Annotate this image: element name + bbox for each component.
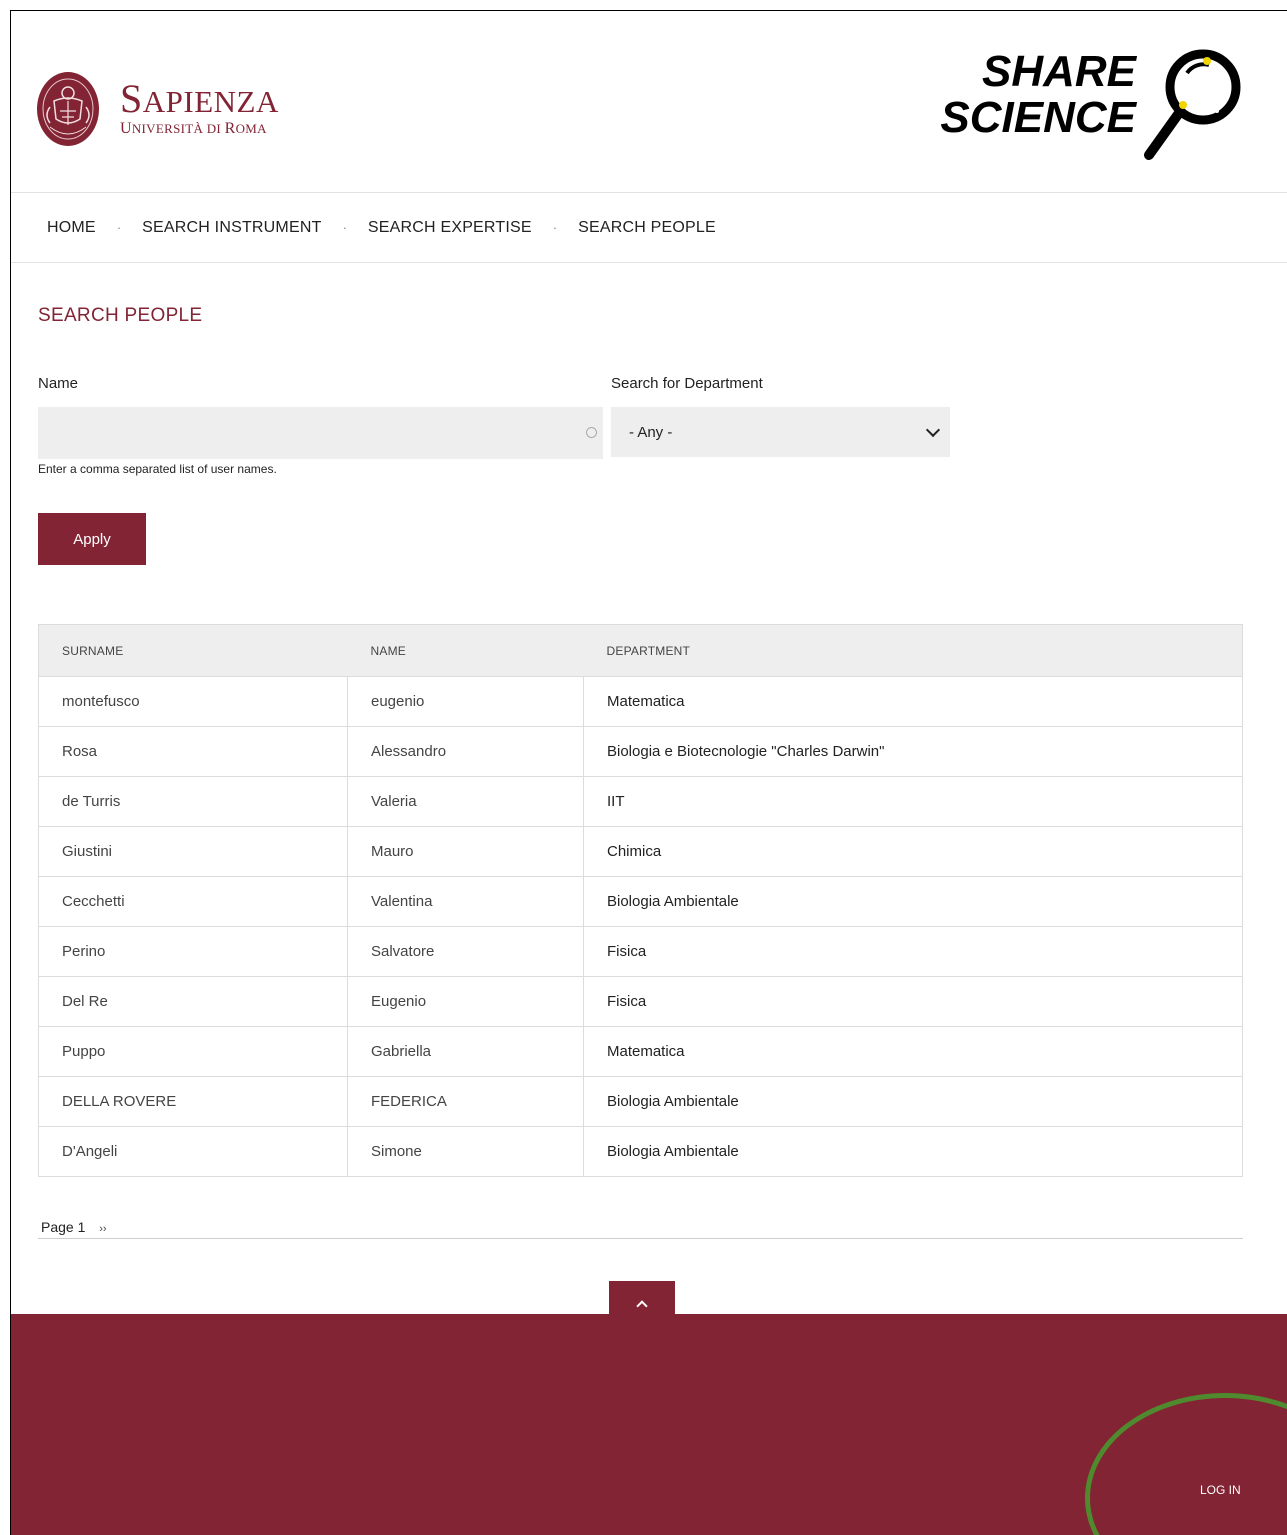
cell-surname: Puppo (38, 1026, 348, 1077)
table-header-row: SURNAME NAME DEPARTMENT (38, 624, 1243, 677)
nav-home[interactable]: HOME (47, 219, 96, 237)
table-row: Cecchetti Valentina Biologia Ambientale (38, 876, 1243, 927)
nav-separator: · (116, 220, 122, 235)
cell-department: Biologia Ambientale (583, 876, 1243, 927)
sapienza-seal-icon (37, 72, 99, 146)
cell-department: Biologia Ambientale (583, 1126, 1243, 1177)
table-row: montefusco eugenio Matematica (38, 676, 1243, 727)
cell-name: eugenio (347, 676, 584, 727)
table-row: de Turris Valeria IIT (38, 776, 1243, 827)
cell-surname: Cecchetti (38, 876, 348, 927)
cell-name: Alessandro (347, 726, 584, 777)
header-surname[interactable]: SURNAME (38, 624, 348, 677)
department-select-value: - Any - (629, 423, 673, 441)
apply-button[interactable]: Apply (38, 513, 146, 565)
cell-surname: Giustini (38, 826, 348, 877)
table-row: Del Re Eugenio Fisica (38, 976, 1243, 1027)
sapienza-wordmark: SAPIENZA UNIVERSITÀ DI ROMA (120, 75, 279, 138)
cell-department: Matematica (583, 676, 1243, 727)
cell-name: Valentina (347, 876, 584, 927)
pager-current-page: Page 1 (41, 1219, 86, 1235)
table-row: DELLA ROVERE FEDERICA Biologia Ambiental… (38, 1076, 1243, 1127)
cell-department: Biologia e Biotecnologie "Charles Darwin… (583, 726, 1243, 777)
name-input[interactable] (38, 407, 603, 459)
page-title: SEARCH PEOPLE (38, 305, 203, 326)
site-header: SAPIENZA UNIVERSITÀ DI ROMA SHARE SCIENC… (11, 11, 1287, 193)
table-row: Puppo Gabriella Matematica (38, 1026, 1243, 1077)
cell-name: Simone (347, 1126, 584, 1177)
cell-name: Mauro (347, 826, 584, 877)
cell-surname: Perino (38, 926, 348, 977)
cell-surname: D'Angeli (38, 1126, 348, 1177)
share-science-logo[interactable]: SHARE SCIENCE (916, 43, 1256, 163)
table-row: Rosa Alessandro Biologia e Biotecnologie… (38, 726, 1243, 777)
cell-name: Salvatore (347, 926, 584, 977)
cell-department: Biologia Ambientale (583, 1076, 1243, 1127)
cell-surname: DELLA ROVERE (38, 1076, 348, 1127)
share-science-wordmark: SHARE SCIENCE (940, 47, 1136, 142)
back-to-top-button[interactable] (609, 1281, 675, 1321)
sapienza-title: SAPIENZA (120, 75, 279, 121)
department-label: Search for Department (611, 375, 763, 392)
table-row: Perino Salvatore Fisica (38, 926, 1243, 977)
nav-search-expertise[interactable]: SEARCH EXPERTISE (368, 219, 532, 237)
cell-surname: montefusco (38, 676, 348, 727)
nav-search-instrument[interactable]: SEARCH INSTRUMENT (142, 219, 321, 237)
cell-surname: de Turris (38, 776, 348, 827)
cell-department: Fisica (583, 976, 1243, 1027)
people-table: SURNAME NAME DEPARTMENT montefusco eugen… (38, 624, 1243, 1177)
table-row: Giustini Mauro Chimica (38, 826, 1243, 877)
cell-surname: Rosa (38, 726, 348, 777)
autocomplete-throbber-icon (586, 427, 597, 438)
cell-surname: Del Re (38, 976, 348, 1027)
cell-name: Eugenio (347, 976, 584, 1027)
department-select[interactable]: - Any - (611, 407, 950, 457)
cell-name: Gabriella (347, 1026, 584, 1077)
main-nav: HOME · SEARCH INSTRUMENT · SEARCH EXPERT… (11, 193, 1287, 263)
cell-department: Chimica (583, 826, 1243, 877)
sapienza-logo[interactable]: SAPIENZA UNIVERSITÀ DI ROMA (36, 71, 279, 147)
page-frame: SAPIENZA UNIVERSITÀ DI ROMA SHARE SCIENC… (10, 10, 1287, 1535)
cell-name: Valeria (347, 776, 584, 827)
cell-department: Fisica (583, 926, 1243, 977)
nav-separator: · (552, 220, 558, 235)
chevron-down-icon (925, 422, 941, 437)
header-department[interactable]: DEPARTMENT (583, 624, 1243, 677)
pager-next-link[interactable]: ›› (99, 1223, 106, 1235)
name-hint: Enter a comma separated list of user nam… (38, 462, 277, 476)
sapienza-subtitle: UNIVERSITÀ DI ROMA (120, 119, 267, 137)
pager: Page 1 ›› (38, 1219, 1243, 1239)
cell-department: IIT (583, 776, 1243, 827)
nav-search-people[interactable]: SEARCH PEOPLE (578, 219, 716, 237)
cell-name: FEDERICA (347, 1076, 584, 1127)
chevron-up-icon (636, 1300, 648, 1312)
cell-department: Matematica (583, 1026, 1243, 1077)
nav-separator: · (342, 220, 347, 235)
name-label: Name (38, 375, 79, 392)
table-row: D'Angeli Simone Biologia Ambientale (38, 1126, 1243, 1177)
header-name[interactable]: NAME (347, 624, 584, 677)
magnifier-icon (1144, 49, 1241, 160)
